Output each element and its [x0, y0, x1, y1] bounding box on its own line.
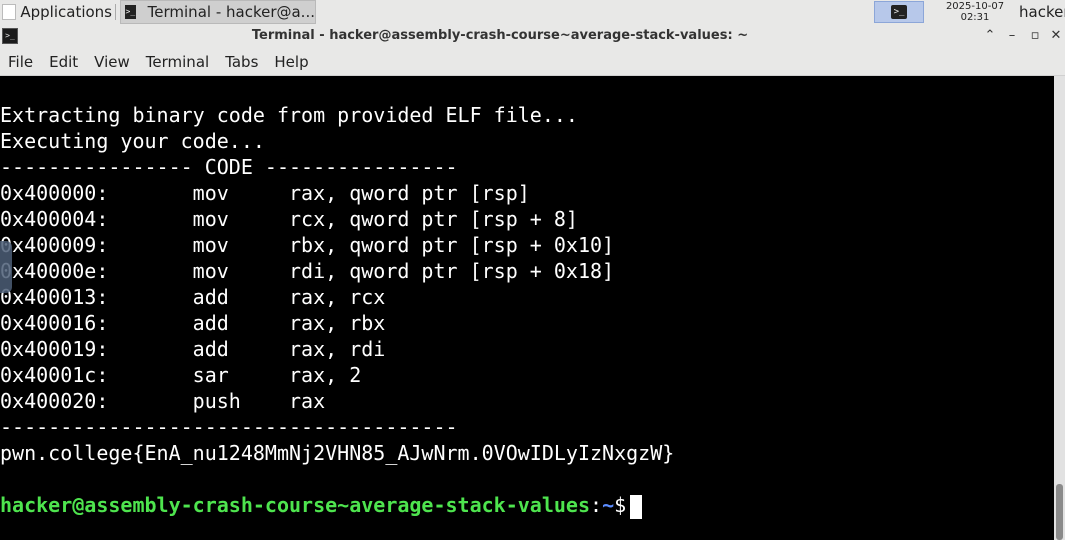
prompt-symbol: $: [614, 493, 627, 517]
menu-help[interactable]: Help: [266, 53, 316, 71]
menu-tabs[interactable]: Tabs: [217, 53, 266, 71]
maximize-button[interactable]: ▫: [1026, 27, 1044, 45]
terminal-line: 0x400009: mov rbx, qword ptr [rsp + 0x10…: [0, 233, 615, 257]
clock-time: 02:31: [960, 12, 990, 23]
minimize-button[interactable]: –: [1003, 27, 1021, 45]
terminal-output[interactable]: Extracting binary code from provided ELF…: [0, 76, 1054, 540]
flag-line: pwn.college{EnA_nu1248MmNj2VHN85_AJwNrm.…: [0, 441, 675, 465]
workspace-switcher[interactable]: >_: [874, 1, 924, 23]
terminal-line: Extracting binary code from provided ELF…: [0, 103, 578, 127]
menu-edit[interactable]: Edit: [41, 53, 86, 71]
terminal-line: Executing your code...: [0, 129, 265, 153]
window-title: Terminal - hacker@assembly-crash-course~…: [251, 28, 749, 43]
terminal-line: ---------------- CODE ----------------: [0, 155, 458, 179]
scrollbar-thumb[interactable]: [1056, 484, 1063, 540]
side-panel-handle[interactable]: [0, 241, 12, 293]
terminal-line: 0x400020: push rax: [0, 389, 326, 413]
terminal-line: 0x400016: add rax, rbx: [0, 311, 386, 335]
menu-view[interactable]: View: [86, 53, 138, 71]
menubar: File Edit View Terminal Tabs Help: [0, 48, 1065, 76]
panel-separator: [115, 4, 116, 20]
terminal-icon: >_: [125, 5, 136, 19]
prompt-user-host: hacker@assembly-crash-course~average-sta…: [0, 493, 591, 517]
user-label: hacker: [1019, 3, 1065, 21]
prompt-colon: :: [590, 493, 603, 517]
terminal-line: 0x400019: add rax, rdi: [0, 337, 386, 361]
taskbar-terminal-button[interactable]: >_ Terminal - hacker@a...: [120, 0, 316, 24]
terminal-line: 0x400000: mov rax, qword ptr [rsp]: [0, 181, 530, 205]
menu-terminal[interactable]: Terminal: [138, 53, 217, 71]
terminal-line: 0x40000e: mov rdi, qword ptr [rsp + 0x18…: [0, 259, 615, 283]
close-button[interactable]: ✕: [1047, 27, 1065, 45]
applications-menu[interactable]: Applications: [0, 0, 112, 24]
user-menu[interactable]: hacker: [1019, 0, 1065, 24]
prompt-path: ~: [602, 493, 615, 517]
terminal-line: 0x40001c: sar rax, 2: [0, 363, 362, 387]
clock[interactable]: 2025-10-07 02:31: [936, 0, 1014, 25]
terminal-line: 0x400013: add rax, rcx: [0, 285, 386, 309]
terminal-icon: >_: [891, 5, 907, 19]
window-titlebar[interactable]: >_ Terminal - hacker@assembly-crash-cour…: [0, 24, 1065, 48]
terminal-scrollbar[interactable]: [1054, 76, 1065, 540]
terminal-line: 0x400004: mov rcx, qword ptr [rsp + 8]: [0, 207, 578, 231]
menu-file[interactable]: File: [0, 53, 41, 71]
terminal-line: --------------------------------------: [0, 415, 458, 439]
taskbar-terminal-label: Terminal - hacker@a...: [147, 3, 315, 21]
clock-date: 2025-10-07: [945, 1, 1005, 12]
text-cursor: [630, 494, 643, 519]
top-panel: Applications >_ Terminal - hacker@a... >…: [0, 0, 1065, 25]
shade-button[interactable]: ⌃: [981, 27, 999, 45]
prompt-line[interactable]: hacker@assembly-crash-course~average-sta…: [0, 492, 643, 519]
applications-label: Applications: [20, 3, 112, 21]
applications-icon: [2, 4, 17, 20]
